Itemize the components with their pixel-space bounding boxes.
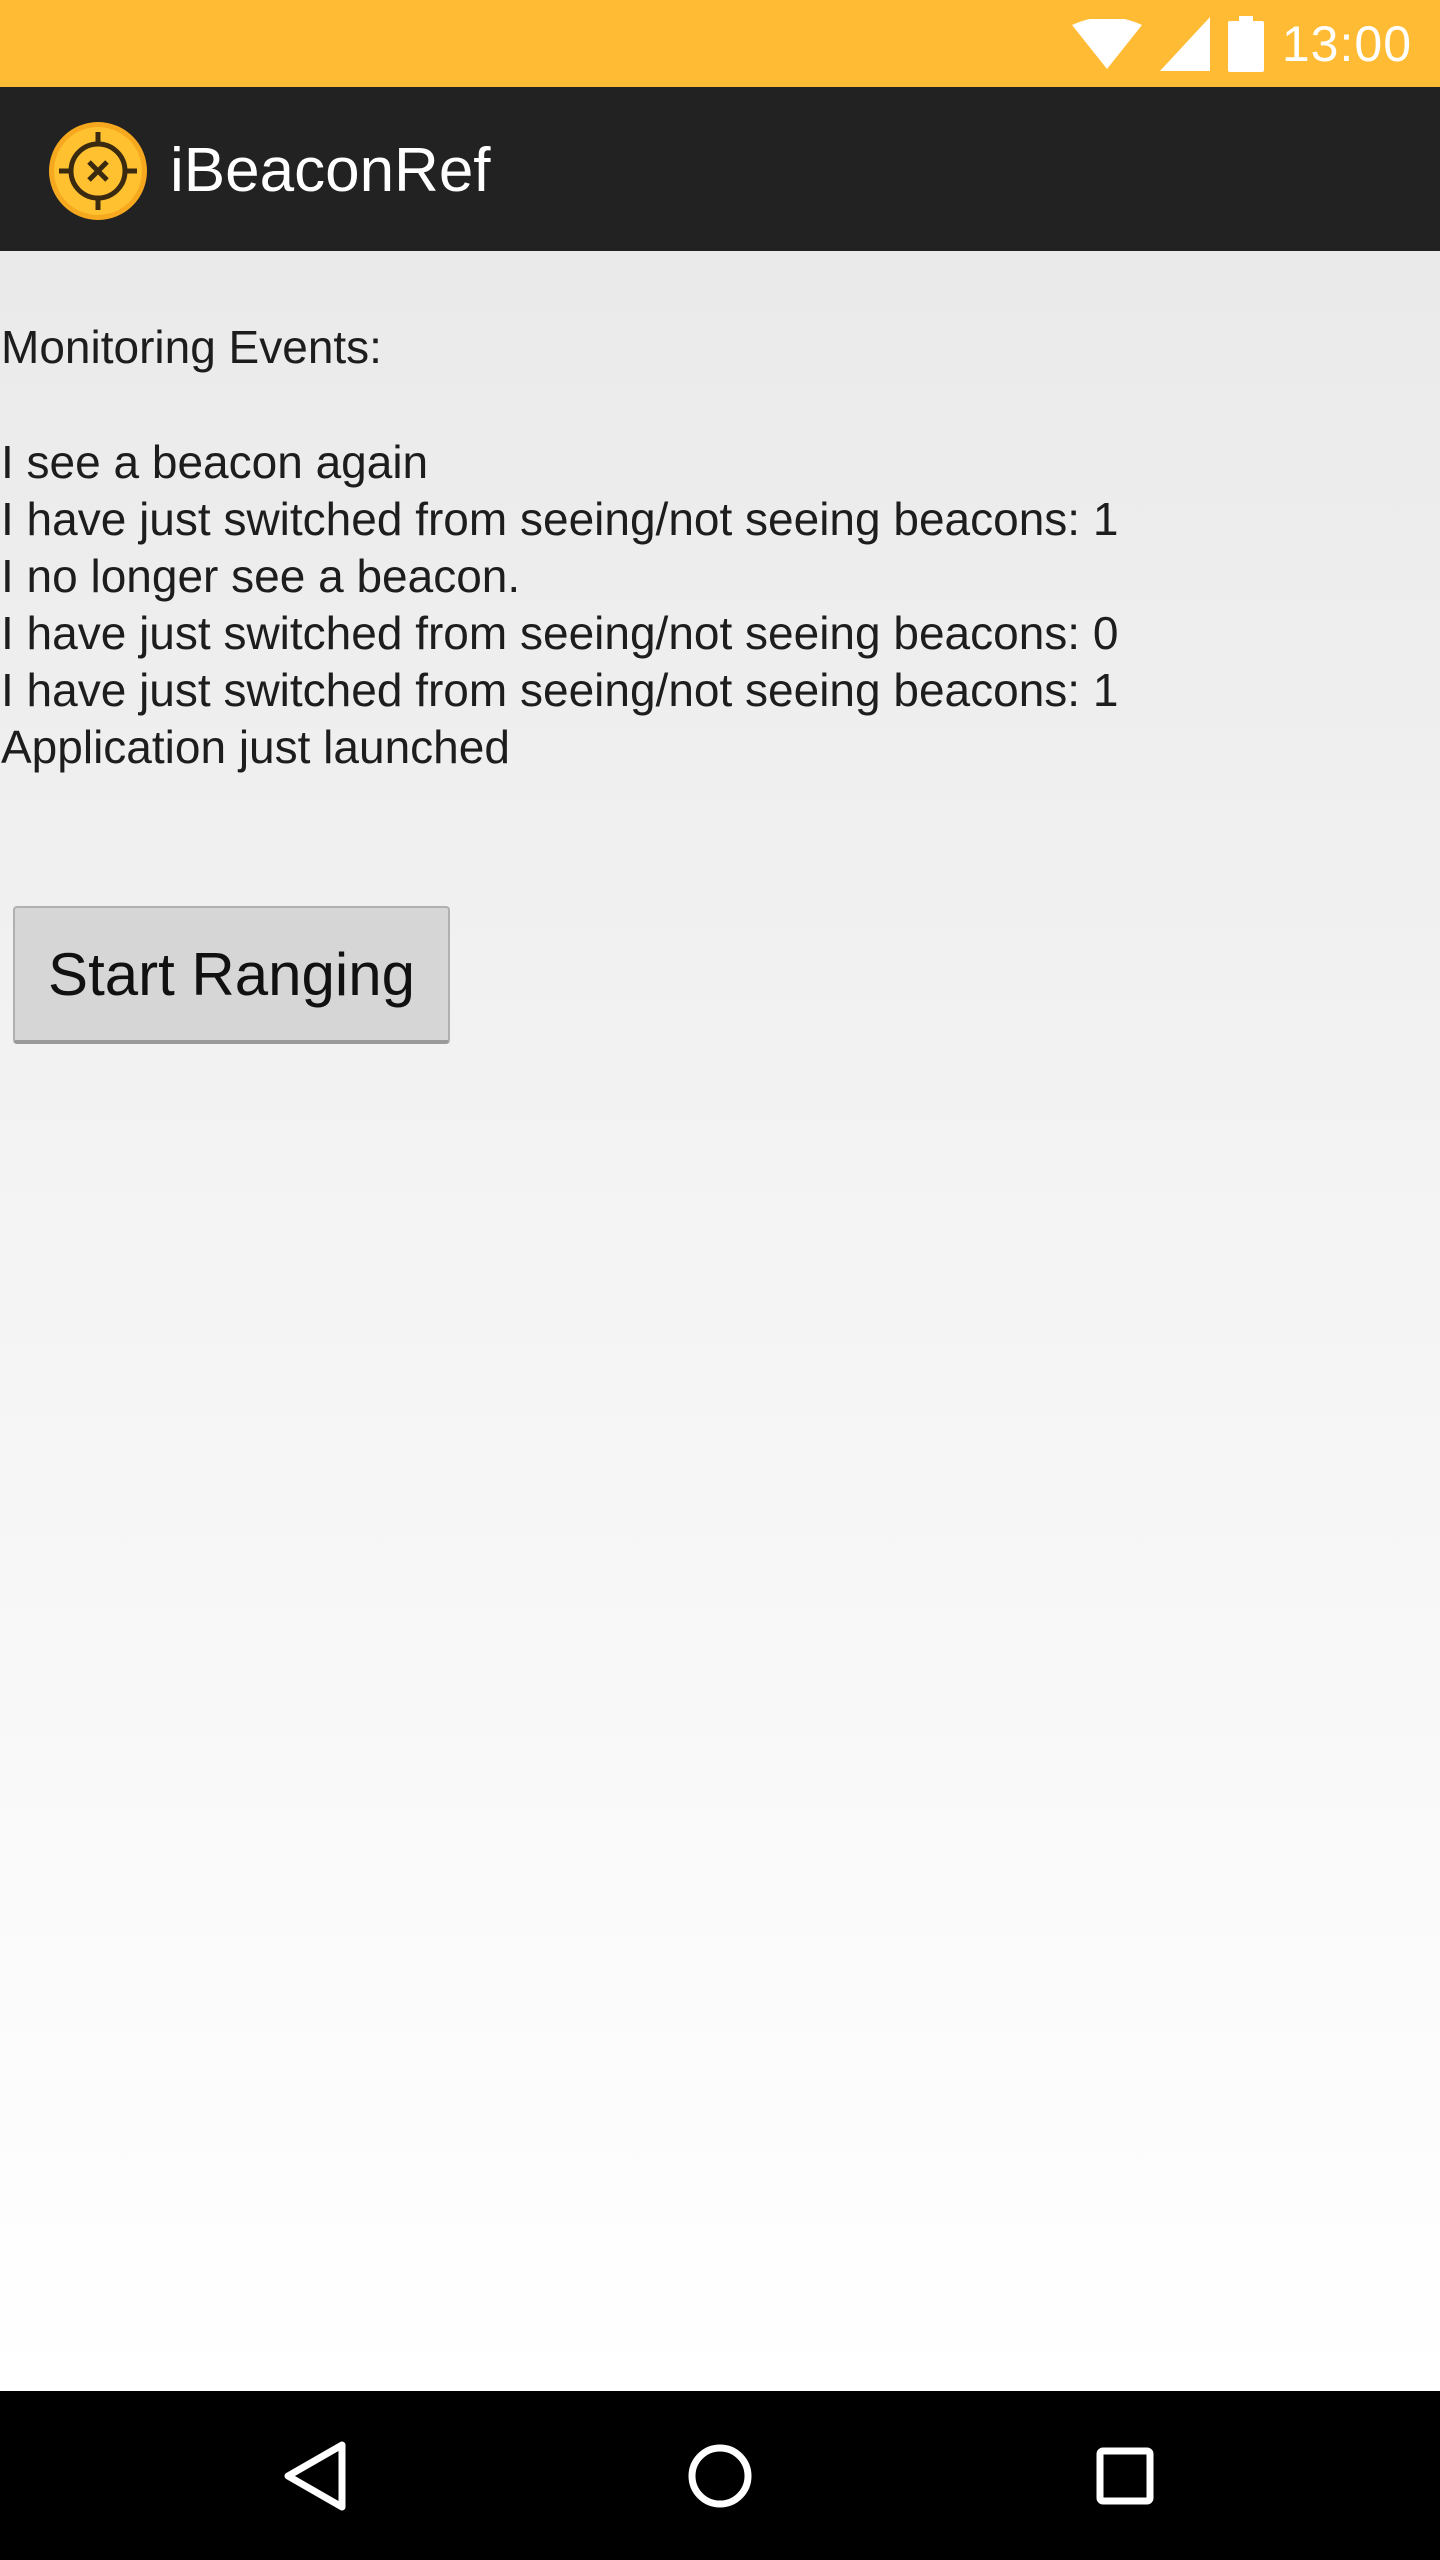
event-item: Application just launched xyxy=(1,721,510,773)
event-item: I see a beacon again xyxy=(1,436,429,488)
back-icon xyxy=(284,2441,346,2510)
home-icon xyxy=(688,2444,752,2507)
recents-button[interactable] xyxy=(1045,2391,1205,2560)
event-item: I have just switched from seeing/not see… xyxy=(1,664,1119,716)
status-bar: 13:00 xyxy=(0,0,1440,87)
target-icon xyxy=(49,122,147,220)
recents-icon xyxy=(1096,2447,1154,2504)
cell-signal-icon xyxy=(1159,16,1210,71)
start-ranging-button[interactable]: Start Ranging xyxy=(13,906,450,1044)
home-button[interactable] xyxy=(640,2391,800,2560)
monitoring-events-label: Monitoring Events: xyxy=(1,321,382,373)
back-button[interactable] xyxy=(235,2391,395,2560)
status-icons: 13:00 xyxy=(1071,0,1412,87)
event-item: I no longer see a beacon. xyxy=(1,550,521,602)
navigation-bar xyxy=(0,2391,1440,2560)
status-time: 13:00 xyxy=(1281,15,1412,72)
battery-icon xyxy=(1227,15,1264,72)
event-item: I have just switched from seeing/not see… xyxy=(1,607,1119,659)
main-content: Monitoring Events: I see a beacon again … xyxy=(0,251,1440,2391)
events-list: I see a beacon again I have just switche… xyxy=(1,434,1118,776)
action-bar: iBeaconRef xyxy=(0,87,1440,251)
wifi-icon xyxy=(1071,18,1142,69)
event-item: I have just switched from seeing/not see… xyxy=(1,493,1119,545)
app-title: iBeaconRef xyxy=(170,136,491,205)
